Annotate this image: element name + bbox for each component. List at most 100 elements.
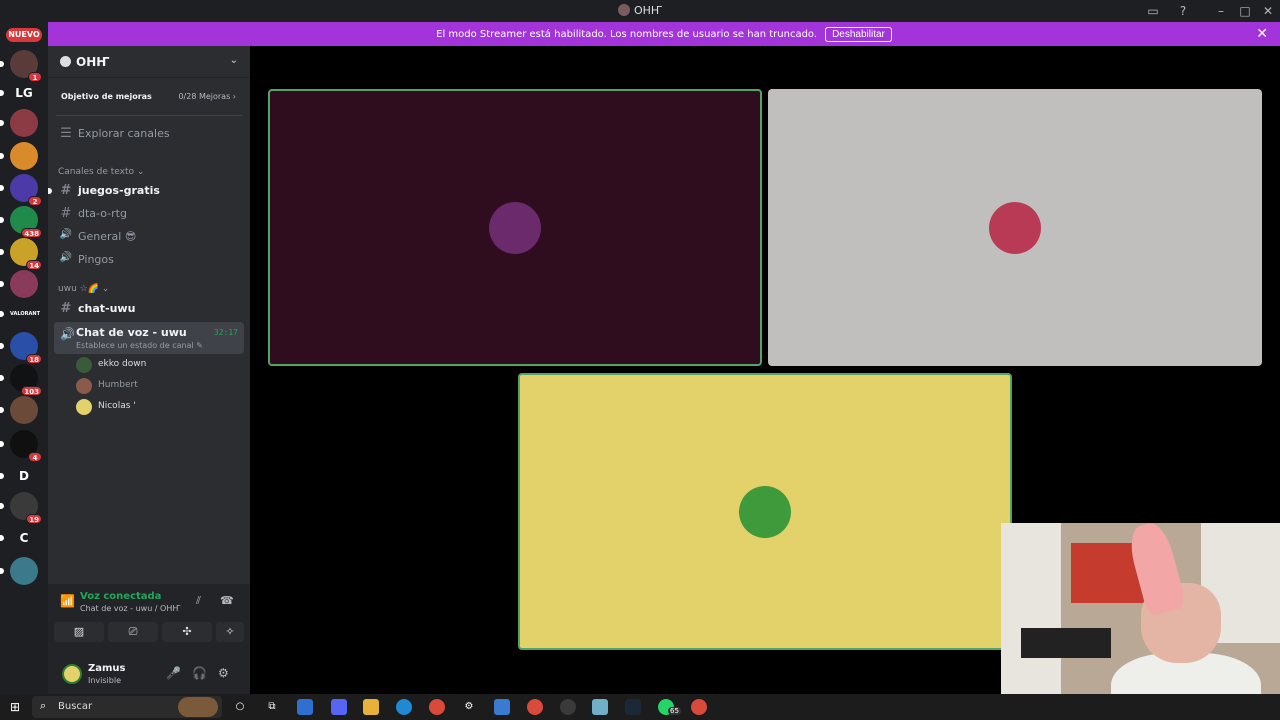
voice-user[interactable]: Humbert (76, 377, 236, 395)
unread-pill (0, 407, 4, 413)
browse-channels-label: Explorar canales (78, 127, 170, 140)
minimize-icon[interactable]: – (1213, 3, 1229, 19)
server-initials: LG (15, 86, 33, 100)
user-name[interactable]: Zamus (88, 663, 126, 674)
search-placeholder: Buscar (58, 701, 93, 712)
channel-item[interactable]: # juegos-gratis (48, 180, 242, 202)
browse-channels[interactable]: ☰ Explorar canales (56, 123, 242, 145)
channel-chat-uwu[interactable]: # chat-uwu (56, 298, 242, 320)
signal-icon[interactable]: 📶 (60, 594, 75, 608)
server-icon-3[interactable] (10, 142, 38, 170)
windows-start-icon[interactable]: ⊞ (10, 700, 20, 714)
close-window-icon[interactable]: ✕ (1260, 3, 1276, 19)
disable-streamer-button[interactable]: Deshabilitar (825, 26, 892, 42)
screen-share-button[interactable]: ⎚ (108, 622, 158, 642)
taskbar-search[interactable]: ⌕ Buscar (32, 696, 222, 718)
channel-item[interactable]: 🔊 General 😎 (56, 226, 242, 248)
noise-suppression-icon[interactable]: ⫽ (196, 594, 201, 608)
category-text-channels[interactable]: Canales de texto ⌄ (58, 167, 144, 177)
disconnect-icon[interactable]: ☎ (220, 594, 234, 607)
voice-connected-title[interactable]: Voz conectada (80, 591, 161, 602)
user-avatar[interactable] (62, 664, 82, 684)
chrome-alt-icon[interactable] (691, 699, 707, 715)
boost-label: Objetivo de mejoras (61, 92, 152, 101)
edge-icon[interactable] (396, 699, 412, 715)
task-view-icon[interactable]: ⧉ (264, 699, 280, 715)
server-icon-14[interactable]: 19 (10, 492, 42, 524)
server-icon-9[interactable]: 18 (10, 332, 42, 364)
server-icon-13[interactable]: D (10, 462, 38, 490)
chrome-profile-icon[interactable] (527, 699, 543, 715)
file-explorer-icon[interactable] (363, 699, 379, 715)
mention-badge: 438 (21, 228, 42, 238)
activities-button[interactable]: ✣ (162, 622, 212, 642)
hashtag-icon: # (60, 301, 72, 316)
camera-toggle-button[interactable]: ▨ (54, 622, 104, 642)
banner-close-icon[interactable]: ✕ (1256, 26, 1268, 42)
server-icon-8[interactable]: VALORANT (10, 300, 40, 328)
discord-icon[interactable] (331, 699, 347, 715)
store-icon[interactable] (494, 699, 510, 715)
voice-user[interactable]: ekko down (76, 356, 236, 374)
channel-item[interactable]: # dta-o-rtg (56, 203, 242, 225)
notepad-icon[interactable] (592, 699, 608, 715)
server-icon-0[interactable]: 1 (10, 50, 42, 82)
channel-label: juegos-gratis (78, 184, 160, 197)
steam-icon[interactable] (625, 699, 641, 715)
obs-icon[interactable] (560, 699, 576, 715)
video-tile-purple[interactable] (268, 89, 762, 366)
soundboard-button[interactable]: ✧ (216, 622, 244, 642)
banner-message: El modo Streamer está habilitado. Los no… (436, 28, 818, 40)
unread-pill (0, 61, 4, 67)
server-icon-4[interactable]: 2 (10, 174, 42, 206)
headphones-icon[interactable]: 🎧 (192, 666, 207, 680)
voice-user[interactable]: Nicolas ' (76, 398, 236, 416)
speaker-icon: 🔊 (59, 252, 73, 263)
server-icon-11[interactable] (10, 396, 38, 424)
mention-badge: 2 (28, 196, 42, 206)
maximize-icon[interactable]: □ (1237, 3, 1253, 19)
server-icon-1[interactable]: LG (10, 79, 38, 107)
user-avatar (76, 399, 92, 415)
unread-pill (0, 185, 4, 191)
server-header[interactable]: OHҤ ⌄ (48, 46, 250, 78)
new-badge[interactable]: NUEVO (6, 28, 42, 42)
channel-item[interactable]: 🔊 Pingos (56, 249, 242, 271)
server-icon (60, 56, 71, 67)
boost-goal[interactable]: Objetivo de mejoras 0/28 Mejoras › (56, 88, 242, 108)
server-icon-10[interactable]: 103 (10, 364, 42, 396)
voice-connected-subtitle: Chat de voz - uwu / OHҤ (80, 604, 181, 613)
server-icon-12[interactable]: 4 (10, 430, 42, 462)
chrome-icon[interactable] (429, 699, 445, 715)
inbox-icon[interactable]: ▭ (1145, 3, 1161, 19)
server-icon-6[interactable]: 14 (10, 238, 42, 270)
voice-channel-active[interactable]: 🔊 Chat de voz - uwu Establece un estado … (54, 322, 244, 354)
category-uwu[interactable]: uwu ☆🌈 ⌄ (58, 284, 109, 294)
server-initials: C (19, 531, 29, 545)
user-avatar (76, 357, 92, 373)
microphone-icon[interactable]: 🎤 (166, 666, 181, 680)
server-icon-2[interactable] (10, 109, 38, 137)
speaker-icon: 🔊 (60, 327, 75, 341)
cortana-icon[interactable]: ○ (232, 699, 248, 715)
divider (56, 115, 242, 116)
user-avatar (76, 378, 92, 394)
video-tile-grey[interactable] (768, 89, 1262, 366)
channel-label: General 😎 (78, 230, 137, 243)
settings-icon[interactable]: ⚙ (461, 699, 477, 715)
unread-pill (0, 217, 4, 223)
video-tile-yellow[interactable] (518, 373, 1012, 650)
voice-channel-status[interactable]: Establece un estado de canal ✎ (76, 341, 203, 350)
mention-badge: 18 (26, 354, 42, 364)
server-icon-7[interactable] (10, 270, 38, 298)
server-icon-15[interactable]: C (10, 524, 38, 552)
windows-taskbar: ⊞ ⌕ Buscar ○ ⧉ ⚙ 65 (0, 694, 1280, 720)
copilot-icon[interactable] (297, 699, 313, 715)
server-list: NUEVO 1 LG 2 438 14 VALORANT 18 103 4 D 19 C (0, 22, 48, 694)
server-icon-5[interactable]: 438 (10, 206, 42, 238)
help-icon[interactable]: ? (1175, 3, 1191, 19)
settings-gear-icon[interactable]: ⚙ (218, 666, 229, 680)
server-icon-16[interactable] (10, 557, 38, 585)
speaker-icon: 🔊 (59, 229, 73, 240)
server-initials: VALORANT (10, 311, 40, 317)
